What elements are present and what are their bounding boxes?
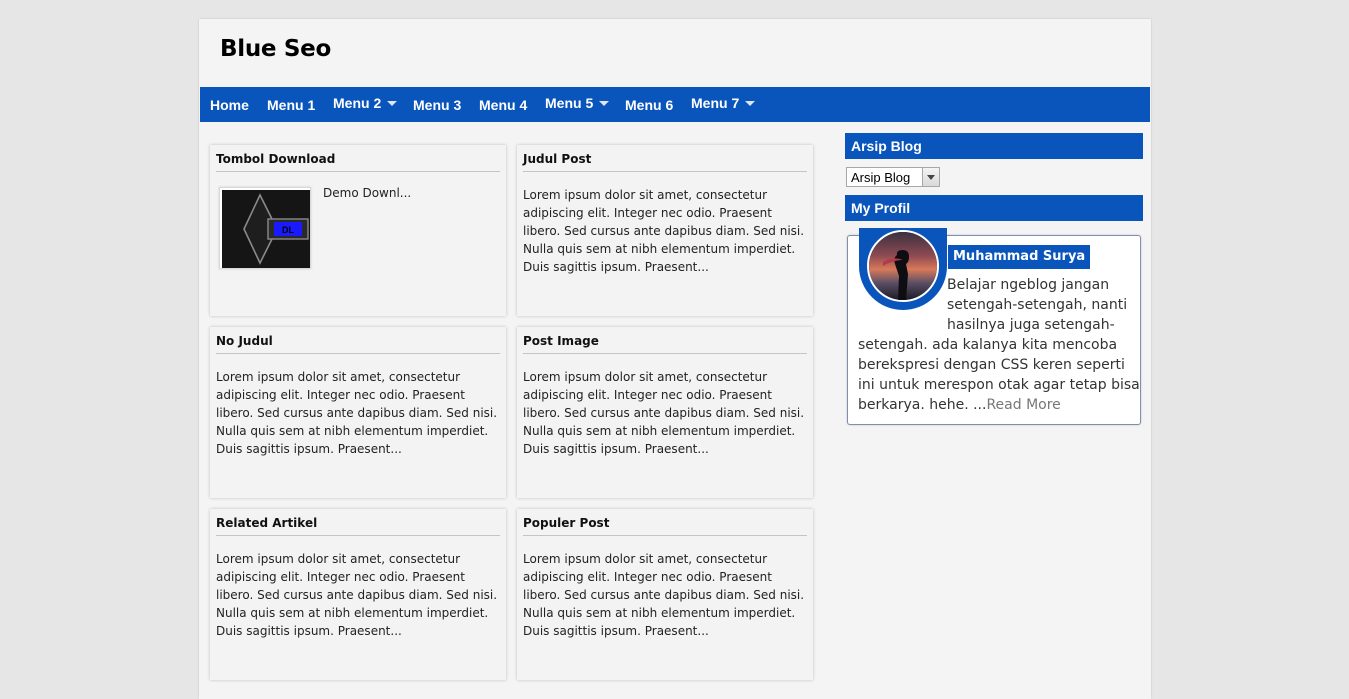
chevron-down-icon [745,100,756,106]
post-excerpt: Lorem ipsum dolor sit amet, consectetur … [216,370,498,456]
nav-item-label: Home [210,97,249,113]
post-excerpt: Demo Downl... [323,186,412,200]
archive-select[interactable]: Arsip Blog [846,167,940,187]
post-title[interactable]: No Judul [216,334,500,354]
chevron-down-icon [387,100,398,106]
nav-item-label: Menu 5 [545,95,594,111]
profile-bio: Belajar ngeblog jangan setengah-setengah… [858,275,1140,415]
download-button-image: DL [222,190,310,268]
page-container: Blue Seo Home Menu 1 Menu 2 Menu 3 Menu … [199,19,1151,699]
nav-item-menu-1[interactable]: Menu 1 [267,87,315,122]
nav-item-label: Menu 7 [691,95,740,111]
post-card: No Judul Lorem ipsum dolor sit amet, con… [210,327,506,498]
post-title[interactable]: Tombol Download [216,152,500,172]
nav-item-menu-7[interactable]: Menu 7 [691,87,756,122]
post-title[interactable]: Judul Post [523,152,807,172]
nav-item-label: Menu 2 [333,95,382,111]
nav-item-home[interactable]: Home [210,87,249,122]
post-title[interactable]: Post Image [523,334,807,354]
nav-item-menu-4[interactable]: Menu 4 [479,87,527,122]
post-card: Related Artikel Lorem ipsum dolor sit am… [210,509,506,680]
nav-item-label: Menu 4 [479,97,528,113]
nav-item-label: Menu 6 [625,97,674,113]
post-card: Judul Post Lorem ipsum dolor sit amet, c… [517,145,813,316]
dropdown-arrow-icon[interactable] [922,168,939,186]
read-more-link[interactable]: Read More [986,397,1060,413]
archive-widget-title: Arsip Blog [845,133,1143,159]
svg-text:DL: DL [282,225,294,235]
nav-item-label: Menu 3 [413,97,462,113]
post-card: Post Image Lorem ipsum dolor sit amet, c… [517,327,813,498]
profile-name[interactable]: Muhammad Surya [948,245,1091,269]
post-thumbnail[interactable]: DL [219,187,311,269]
profile-box: Muhammad Surya Belajar ngeblog jangan se… [847,228,1141,425]
chevron-down-icon [599,100,610,106]
post-title[interactable]: Related Artikel [216,516,500,536]
post-card: Tombol Download DL Demo Downl... [210,145,506,316]
post-title[interactable]: Populer Post [523,516,807,536]
nav-item-menu-3[interactable]: Menu 3 [413,87,461,122]
post-excerpt: Lorem ipsum dolor sit amet, consectetur … [216,552,498,638]
nav-item-menu-5[interactable]: Menu 5 [545,87,610,122]
post-excerpt: Lorem ipsum dolor sit amet, consectetur … [523,552,805,638]
post-card: Populer Post Lorem ipsum dolor sit amet,… [517,509,813,680]
post-excerpt: Lorem ipsum dolor sit amet, consectetur … [523,188,805,274]
archive-select-value: Arsip Blog [851,170,911,185]
nav-item-menu-2[interactable]: Menu 2 [333,87,398,122]
main-nav: Home Menu 1 Menu 2 Menu 3 Menu 4 Menu 5 … [200,87,1150,122]
nav-item-menu-6[interactable]: Menu 6 [625,87,673,122]
profile-widget-title: My Profil [845,195,1143,221]
post-excerpt: Lorem ipsum dolor sit amet, consectetur … [523,370,805,456]
nav-item-label: Menu 1 [267,97,316,113]
site-title[interactable]: Blue Seo [220,36,331,62]
